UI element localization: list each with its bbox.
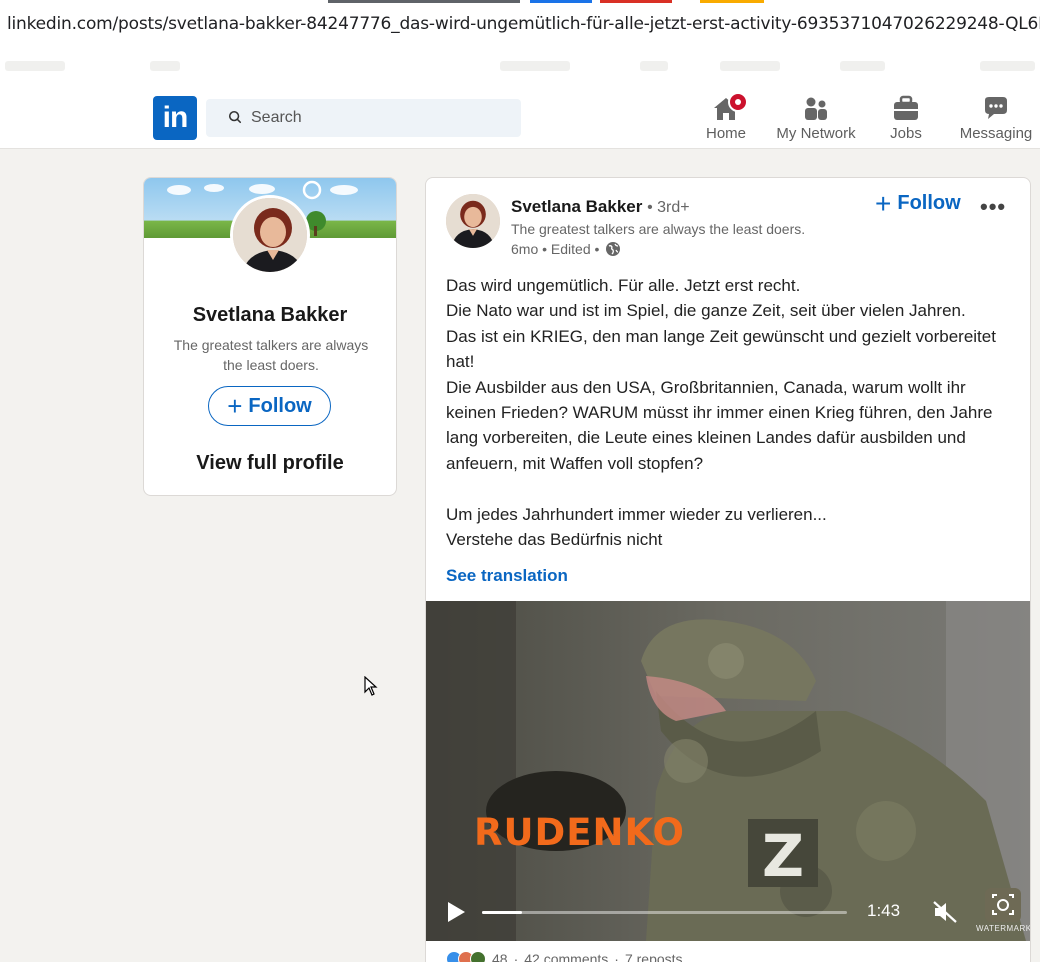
see-translation-link[interactable]: See translation bbox=[446, 566, 568, 586]
post-line: Die Nato war und ist im Spiel, die ganze… bbox=[446, 301, 966, 321]
globe-icon bbox=[606, 242, 621, 256]
linkedin-logo[interactable]: in bbox=[153, 96, 197, 140]
nav-my-network[interactable]: My Network bbox=[772, 88, 860, 148]
profile-avatar[interactable] bbox=[230, 195, 310, 275]
mouse-cursor bbox=[364, 676, 378, 696]
nav-home-label: Home bbox=[705, 125, 746, 142]
plus-icon: + bbox=[875, 187, 892, 219]
post-line: Das ist ein KRIEG, den man lange Zeit ge… bbox=[446, 326, 996, 372]
search-icon bbox=[228, 110, 242, 124]
more-options-icon[interactable]: ••• bbox=[980, 194, 1006, 220]
play-icon[interactable] bbox=[446, 901, 466, 923]
support-reaction-icon bbox=[470, 951, 486, 962]
author-name[interactable]: Svetlana Bakker • 3rd+ bbox=[511, 197, 690, 217]
view-full-profile-link[interactable]: View full profile bbox=[144, 452, 396, 475]
tab-strip bbox=[0, 0, 1040, 4]
browser-address-bar[interactable]: linkedin.com/posts/svetlana-bakker-84247… bbox=[0, 0, 1040, 50]
bookmarks-bar bbox=[0, 50, 1040, 88]
svg-text:Z: Z bbox=[762, 822, 804, 890]
briefcase-icon bbox=[894, 95, 918, 120]
post-meta: 6mo • Edited • bbox=[511, 241, 621, 257]
notification-badge bbox=[728, 92, 748, 112]
watermark-icon bbox=[984, 888, 1021, 922]
video-time: 1:43 bbox=[867, 901, 901, 920]
social-counts: 48 · 42 comments · 7 reposts bbox=[446, 951, 683, 962]
comments-count[interactable]: 42 comments bbox=[524, 951, 608, 962]
reactions-count[interactable]: 48 bbox=[492, 951, 508, 962]
post-line: Um jedes Jahrhundert immer wieder zu ver… bbox=[446, 504, 827, 524]
post-line bbox=[446, 476, 1016, 501]
video-player[interactable]: Z RUDENKO 1:43 WATERMARK bbox=[426, 601, 1030, 941]
separator: · bbox=[513, 951, 519, 962]
profile-card: Svetlana Bakker The greatest talkers are… bbox=[143, 177, 397, 496]
search-input[interactable] bbox=[251, 99, 511, 137]
author-name-text[interactable]: Svetlana Bakker bbox=[511, 197, 642, 216]
video-controls: 1:43 WATERMARK bbox=[426, 881, 1030, 941]
reposts-count[interactable]: 7 reposts bbox=[625, 951, 683, 962]
url-text[interactable]: linkedin.com/posts/svetlana-bakker-84247… bbox=[7, 14, 1040, 34]
top-nav: in Home My Network Jobs Me bbox=[0, 88, 1040, 149]
nav-jobs[interactable]: Jobs bbox=[876, 88, 936, 148]
post-follow-label: Follow bbox=[897, 192, 961, 214]
post-body: Das wird ungemütlich. Für alle. Jetzt er… bbox=[446, 273, 1016, 552]
nav-messaging-label: Messaging bbox=[959, 125, 1033, 142]
connection-degree: • 3rd+ bbox=[647, 199, 690, 216]
nav-network-label: My Network bbox=[776, 125, 856, 142]
author-avatar[interactable] bbox=[446, 194, 500, 248]
post-line: Verstehe das Bedürfnis nicht bbox=[446, 530, 663, 550]
mute-icon[interactable] bbox=[932, 900, 958, 924]
profile-headline: The greatest talkers are always the leas… bbox=[173, 337, 369, 373]
separator: · bbox=[614, 951, 619, 962]
nav-home[interactable]: Home bbox=[696, 88, 756, 148]
messaging-icon bbox=[985, 97, 1007, 119]
video-progress-bar[interactable] bbox=[482, 911, 847, 914]
post-line: Das wird ungemütlich. Für alle. Jetzt er… bbox=[446, 276, 801, 295]
watermark: WATERMARK bbox=[976, 886, 1030, 936]
post-meta-text: 6mo • Edited • bbox=[511, 241, 600, 257]
post-line: Die Ausbilder aus den USA, Großbritannie… bbox=[446, 377, 993, 473]
video-progress-fill bbox=[482, 911, 523, 914]
profile-follow-button[interactable]: + Follow bbox=[208, 386, 331, 426]
plus-icon: + bbox=[227, 391, 243, 421]
nav-jobs-label: Jobs bbox=[890, 125, 922, 142]
network-icon bbox=[805, 97, 827, 120]
post-follow-button[interactable]: + Follow bbox=[875, 187, 961, 219]
search-box[interactable] bbox=[206, 99, 521, 137]
nav-messaging[interactable]: Messaging bbox=[955, 88, 1037, 148]
follow-label: Follow bbox=[248, 394, 312, 417]
profile-name[interactable]: Svetlana Bakker bbox=[144, 304, 396, 327]
post-card: Svetlana Bakker • 3rd+ The greatest talk… bbox=[425, 177, 1031, 962]
video-overlay-text: RUDENKO bbox=[474, 811, 685, 854]
author-headline: The greatest talkers are always the leas… bbox=[511, 221, 806, 237]
watermark-label: WATERMARK bbox=[976, 924, 1031, 933]
